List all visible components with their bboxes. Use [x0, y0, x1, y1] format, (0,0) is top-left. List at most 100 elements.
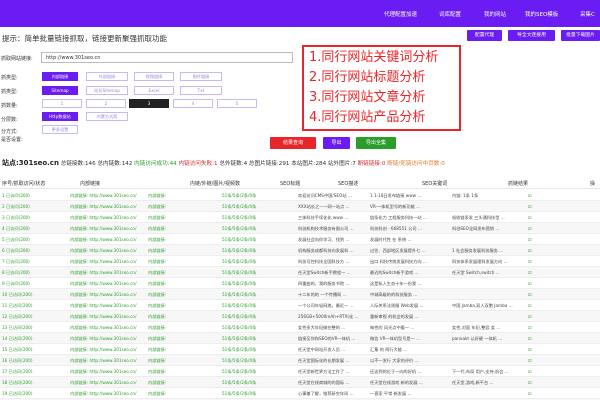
table-row: 13 已访问(200) 内部链接: http://www.301seo.cn/内部…	[0, 322, 600, 333]
annotation-line-4: 4.同行网站产品分析	[309, 110, 426, 125]
option-image-links[interactable]: 图片链接	[180, 72, 222, 81]
col-header-action: 操	[590, 181, 596, 187]
row-seo-keywords: 科创SEO全网发布营销 ...	[452, 226, 500, 231]
row-internal-link[interactable]: 内部链接: http://www.301seo.cn/	[70, 215, 146, 221]
result-query-button[interactable]: 结果查询	[270, 137, 316, 149]
row-check[interactable]: ☑	[528, 259, 548, 264]
row-internal-link[interactable]: 内部链接: http://www.301seo.cn/	[70, 325, 146, 331]
table-row: 6 已访问(200) 内部链接: http://www.301seo.cn/内部链…	[0, 245, 600, 256]
row-internal-link[interactable]: 内部链接: http://www.301seo.cn/	[70, 336, 146, 342]
row-link-type: 内部链接:	[148, 270, 167, 275]
proxy-config-button[interactable]: 配置代理	[467, 30, 502, 41]
row-internal-link[interactable]: 内部链接: http://www.301seo.cn/	[70, 204, 146, 210]
row-check[interactable]: ☑	[528, 292, 548, 297]
row-internal-link[interactable]: 内部链接: http://www.301seo.cn/	[70, 347, 146, 353]
nav-item-my-sites[interactable]: 我的网站	[484, 10, 506, 18]
stats-this-site-images: 本站图片:284	[291, 161, 327, 167]
stats-visited-fail: 内链访问失败:1	[178, 161, 218, 167]
export-all-button[interactable]: 导出全集	[356, 137, 396, 149]
nav-item-seo-template[interactable]: 我的SEO模板	[525, 10, 558, 18]
row-internal-link[interactable]: 内部链接: http://www.301seo.cn/	[70, 226, 146, 232]
row-label-4: 分层数:	[1, 117, 18, 123]
row-internal-link[interactable]: 内部链接: http://www.301seo.cn/	[70, 380, 146, 386]
row-internal-link[interactable]: 内部链接: http://www.301seo.cn/	[70, 248, 146, 254]
row-check[interactable]: ☑	[528, 380, 548, 385]
row-check[interactable]: ☑	[528, 314, 548, 319]
row-seo-title: 三体科技手续化化 www ...	[298, 215, 349, 220]
row-check[interactable]: ☑	[528, 358, 548, 363]
option-excel[interactable]: Excel	[134, 86, 174, 95]
option-http-data[interactable]: Http数据站	[42, 112, 78, 121]
row-link-type: 内部链接:	[148, 292, 167, 297]
option-depth-5[interactable]: 5	[217, 99, 257, 108]
row-check[interactable]: ☑	[528, 193, 548, 198]
row-check[interactable]: ☑	[528, 270, 548, 275]
row-check[interactable]: ☑	[528, 204, 548, 209]
row-seo-title: 欢迎访问CMS中国/SEO站 ...	[298, 193, 352, 198]
row-check[interactable]: ☑	[528, 303, 548, 308]
row-seo-desc: 人际关系法则服 Web发展 ...	[370, 303, 424, 308]
nav-item-proxy[interactable]: 代理配置加速	[384, 10, 417, 18]
row-check[interactable]: ☑	[528, 369, 548, 374]
row-seo-title: 女性多大年纪做在整的 ...	[298, 325, 346, 330]
row-check[interactable]: ☑	[528, 391, 548, 396]
option-external-links[interactable]: 外部链接	[86, 72, 128, 81]
batch-download-button[interactable]: 批量下载图片	[561, 30, 600, 41]
option-webmaster-sitemap[interactable]: 站长Sitemap	[86, 86, 128, 95]
stats-total-links: 总链接数:146	[60, 161, 96, 167]
option-txt[interactable]: Txt	[180, 86, 222, 95]
table-row: 4 已访问(200) 内部链接: http://www.301seo.cn/内部链…	[0, 223, 600, 234]
row-internal-link[interactable]: 内部链接: http://www.301seo.cn/	[70, 281, 146, 287]
option-depth-1[interactable]: 1	[42, 99, 82, 108]
row-counts: 51条/5条/2条/0条	[222, 204, 257, 209]
row-check[interactable]: ☑	[528, 325, 548, 330]
more-settings-button[interactable]: 更多设置	[42, 125, 78, 134]
row-internal-link[interactable]: 内部链接: http://www.301seo.cn/	[70, 314, 146, 320]
row-check[interactable]: ☑	[528, 248, 548, 253]
row-check[interactable]: ☑	[528, 347, 548, 352]
row-label-1: 抓类型:	[1, 75, 18, 81]
table-header: 序号/抓取访问/状态 内部链接 内链/外链/图片/视频数 SEO标题 SEO描述…	[0, 177, 600, 189]
option-video-links[interactable]: 视频链接	[134, 72, 174, 81]
row-check[interactable]: ☑	[528, 281, 548, 286]
option-internal-links[interactable]: 内部链接	[42, 72, 78, 81]
option-sitemap[interactable]: Sitemap	[42, 86, 78, 95]
row-internal-link[interactable]: 内部链接: http://www.301seo.cn/	[70, 193, 146, 199]
row-internal-link[interactable]: 内部链接: http://www.301seo.cn/	[70, 303, 146, 309]
row-link-type: 内部链接:	[148, 391, 167, 396]
row-internal-link[interactable]: 内部链接: http://www.301seo.cn/	[70, 292, 146, 298]
nav-item-lexicon[interactable]: 词库配置	[439, 10, 461, 18]
row-link-type: 内部链接:	[148, 336, 167, 341]
row-internal-link[interactable]: 内部链接: http://www.301seo.cn/	[70, 259, 146, 265]
row-link-type: 内部链接:	[148, 303, 167, 308]
row-label-5: 分方式:	[1, 129, 18, 135]
row-check[interactable]: ☑	[528, 226, 548, 231]
row-check[interactable]: ☑	[528, 237, 548, 242]
option-depth-3[interactable]: 3	[129, 99, 169, 108]
row-status: 1 已访问(200)	[2, 193, 30, 198]
row-internal-link[interactable]: 内部链接: http://www.301seo.cn/	[70, 391, 146, 397]
url-input[interactable]	[41, 52, 293, 63]
row-internal-link[interactable]: 内部链接: http://www.301seo.cn/	[70, 237, 146, 243]
row-seo-desc: 科技科创 - 668551 公司 ...	[370, 226, 422, 231]
row-internal-link[interactable]: 内部链接: http://www.301seo.cn/	[70, 369, 146, 375]
row-check[interactable]: ☑	[528, 336, 548, 341]
nav-item-collect[interactable]: 采集C	[580, 10, 595, 18]
row-internal-link[interactable]: 内部链接: http://www.301seo.cn/	[70, 358, 146, 364]
row-counts: 51条/5条/2条/0条	[222, 270, 257, 275]
stats-broken: 断链链接:0	[357, 161, 386, 167]
row-link-type: 内部链接:	[148, 358, 167, 363]
row-seo-keywords: 中国 Jamba,双人双胞 Jamba ...	[452, 303, 513, 308]
col-header-status: 序号/抓取访问/状态	[2, 181, 46, 187]
option-depth-4[interactable]: 4	[173, 99, 213, 108]
option-depth-2[interactable]: 2	[86, 99, 126, 108]
row-check[interactable]: ☑	[528, 215, 548, 220]
option-builtin-method[interactable]: 内置方式两	[86, 112, 128, 121]
table-row: 8 已访问(200) 内部链接: http://www.301seo.cn/内部链…	[0, 267, 600, 278]
table-row: 17 已访问(200) 内部链接: http://www.301seo.cn/内部…	[0, 366, 600, 377]
row-counts: 51条/5条/2条/0条	[222, 248, 257, 253]
row-seo-keywords: panoakt 认好键 一体机 ...	[452, 336, 503, 341]
import-links-button[interactable]: 导全文连接用	[508, 30, 555, 41]
row-internal-link[interactable]: 内部链接: http://www.301seo.cn/	[70, 270, 146, 276]
export-button[interactable]: 导出	[323, 137, 350, 149]
